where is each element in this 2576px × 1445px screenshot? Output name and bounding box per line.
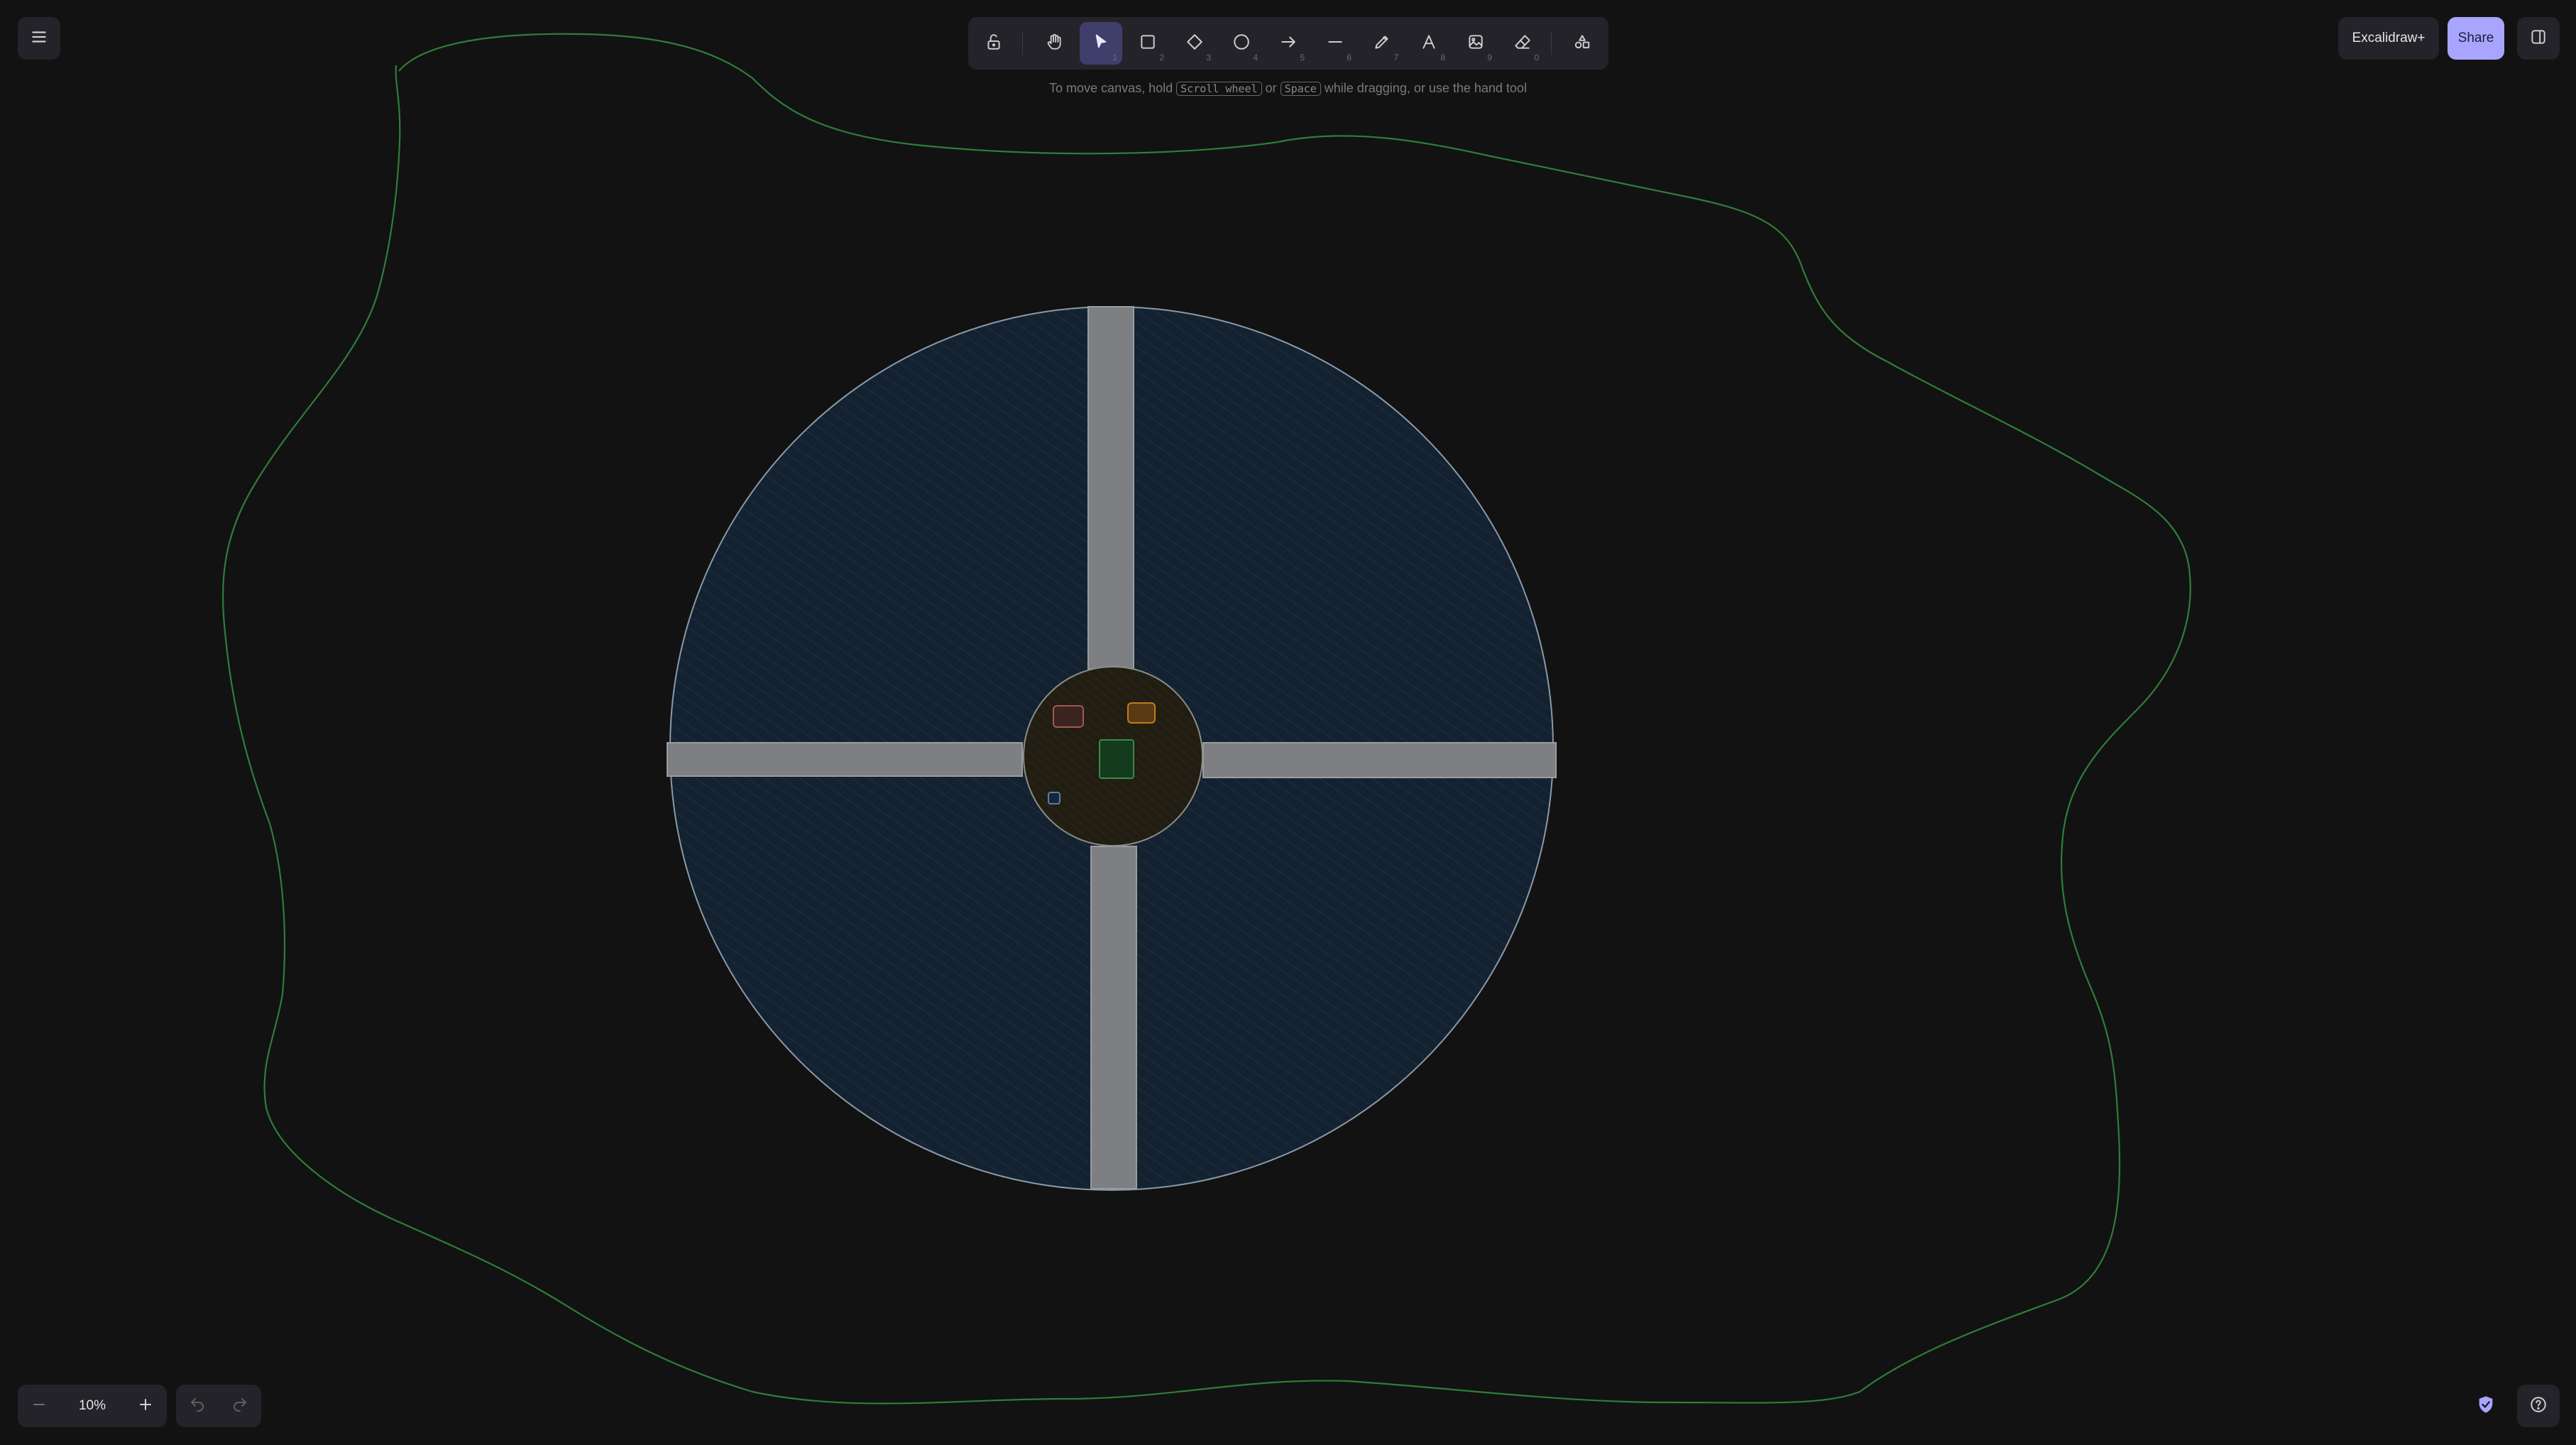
excalidraw-plus-label: Excalidraw+ <box>2352 31 2426 45</box>
tool-key-hint: 2 <box>1159 53 1164 62</box>
tool-lock[interactable] <box>972 22 1015 65</box>
pencil-icon <box>1373 33 1391 55</box>
zoom-level: 10% <box>78 1398 106 1413</box>
toolbar-divider <box>1022 32 1023 55</box>
spoke-bottom[interactable] <box>1090 846 1137 1189</box>
selection-icon <box>1092 33 1110 55</box>
main-menu-button[interactable] <box>18 17 60 60</box>
small-blue-rect[interactable] <box>1048 792 1060 805</box>
tool-key-hint: 0 <box>1534 53 1539 62</box>
rectangle-icon <box>1139 33 1157 55</box>
lock-icon <box>985 33 1003 55</box>
small-green-rect[interactable] <box>1099 739 1134 779</box>
share-label: Share <box>2457 31 2494 45</box>
spoke-left[interactable] <box>667 742 1023 777</box>
tool-eraser[interactable]: 0 <box>1501 22 1544 65</box>
tool-pencil[interactable]: 7 <box>1361 22 1403 65</box>
redo-icon <box>231 1396 248 1417</box>
more-tools-icon <box>1573 33 1591 55</box>
image-icon <box>1467 33 1485 55</box>
tool-key-hint: 3 <box>1206 53 1211 62</box>
help-icon <box>2529 1395 2548 1417</box>
text-icon <box>1420 33 1438 55</box>
tool-key-hint: 4 <box>1253 53 1258 62</box>
spoke-top[interactable] <box>1087 306 1134 670</box>
tool-text[interactable]: 8 <box>1408 22 1450 65</box>
plus-icon <box>137 1396 154 1417</box>
canvas-hint: To move canvas, hold Scroll wheel or Spa… <box>0 81 2576 96</box>
ellipse-icon <box>1232 33 1251 55</box>
hint-key-space: Space <box>1280 82 1321 96</box>
spoke-right[interactable] <box>1202 742 1557 778</box>
line-icon <box>1326 33 1344 55</box>
tool-line[interactable]: 6 <box>1314 22 1356 65</box>
undo-button[interactable] <box>176 1385 219 1427</box>
hint-key-scroll: Scroll wheel <box>1176 82 1262 96</box>
encryption-badge[interactable] <box>2467 1385 2504 1427</box>
eraser-icon <box>1513 33 1532 55</box>
tool-rectangle[interactable]: 2 <box>1127 22 1169 65</box>
tool-image[interactable]: 9 <box>1454 22 1497 65</box>
tool-key-hint: 6 <box>1347 53 1352 62</box>
excalidraw-plus-button[interactable]: Excalidraw+ <box>2338 17 2439 60</box>
tool-ellipse[interactable]: 4 <box>1220 22 1263 65</box>
diamond-icon <box>1185 33 1204 55</box>
hamburger-icon <box>30 28 48 50</box>
small-orange-rect[interactable] <box>1127 702 1156 724</box>
zoom-in-button[interactable] <box>124 1385 167 1427</box>
arrow-icon <box>1279 33 1298 55</box>
undo-icon <box>189 1396 206 1417</box>
hint-suffix: while dragging, or use the hand tool <box>1324 81 1527 95</box>
library-sidebar-button[interactable] <box>2517 17 2560 60</box>
tool-key-hint: 8 <box>1440 53 1445 62</box>
tool-key-hint: 7 <box>1393 53 1398 62</box>
tool-diamond[interactable]: 3 <box>1173 22 1216 65</box>
tool-key-hint: 1 <box>1112 53 1117 62</box>
zoom-out-button[interactable] <box>18 1385 60 1427</box>
tool-key-hint: 9 <box>1487 53 1492 62</box>
tool-key-hint: 5 <box>1300 53 1305 62</box>
drawing-canvas[interactable] <box>0 0 2576 1445</box>
tool-arrow[interactable]: 5 <box>1267 22 1310 65</box>
redo-button[interactable] <box>219 1385 261 1427</box>
share-button[interactable]: Share <box>2448 17 2504 60</box>
shield-check-icon <box>2476 1395 2496 1418</box>
tool-selection[interactable]: 1 <box>1080 22 1122 65</box>
minus-icon <box>31 1396 48 1417</box>
tool-more[interactable] <box>1561 22 1604 65</box>
hint-prefix: To move canvas, hold <box>1049 81 1173 95</box>
zoom-reset-button[interactable]: 10% <box>60 1385 124 1427</box>
toolbar-divider <box>1551 32 1552 55</box>
small-red-rect[interactable] <box>1053 705 1084 728</box>
tool-hand[interactable] <box>1033 22 1075 65</box>
hand-icon <box>1045 33 1063 55</box>
hint-middle: or <box>1265 81 1277 95</box>
sidebar-icon <box>2529 28 2548 50</box>
help-button[interactable] <box>2517 1385 2560 1427</box>
